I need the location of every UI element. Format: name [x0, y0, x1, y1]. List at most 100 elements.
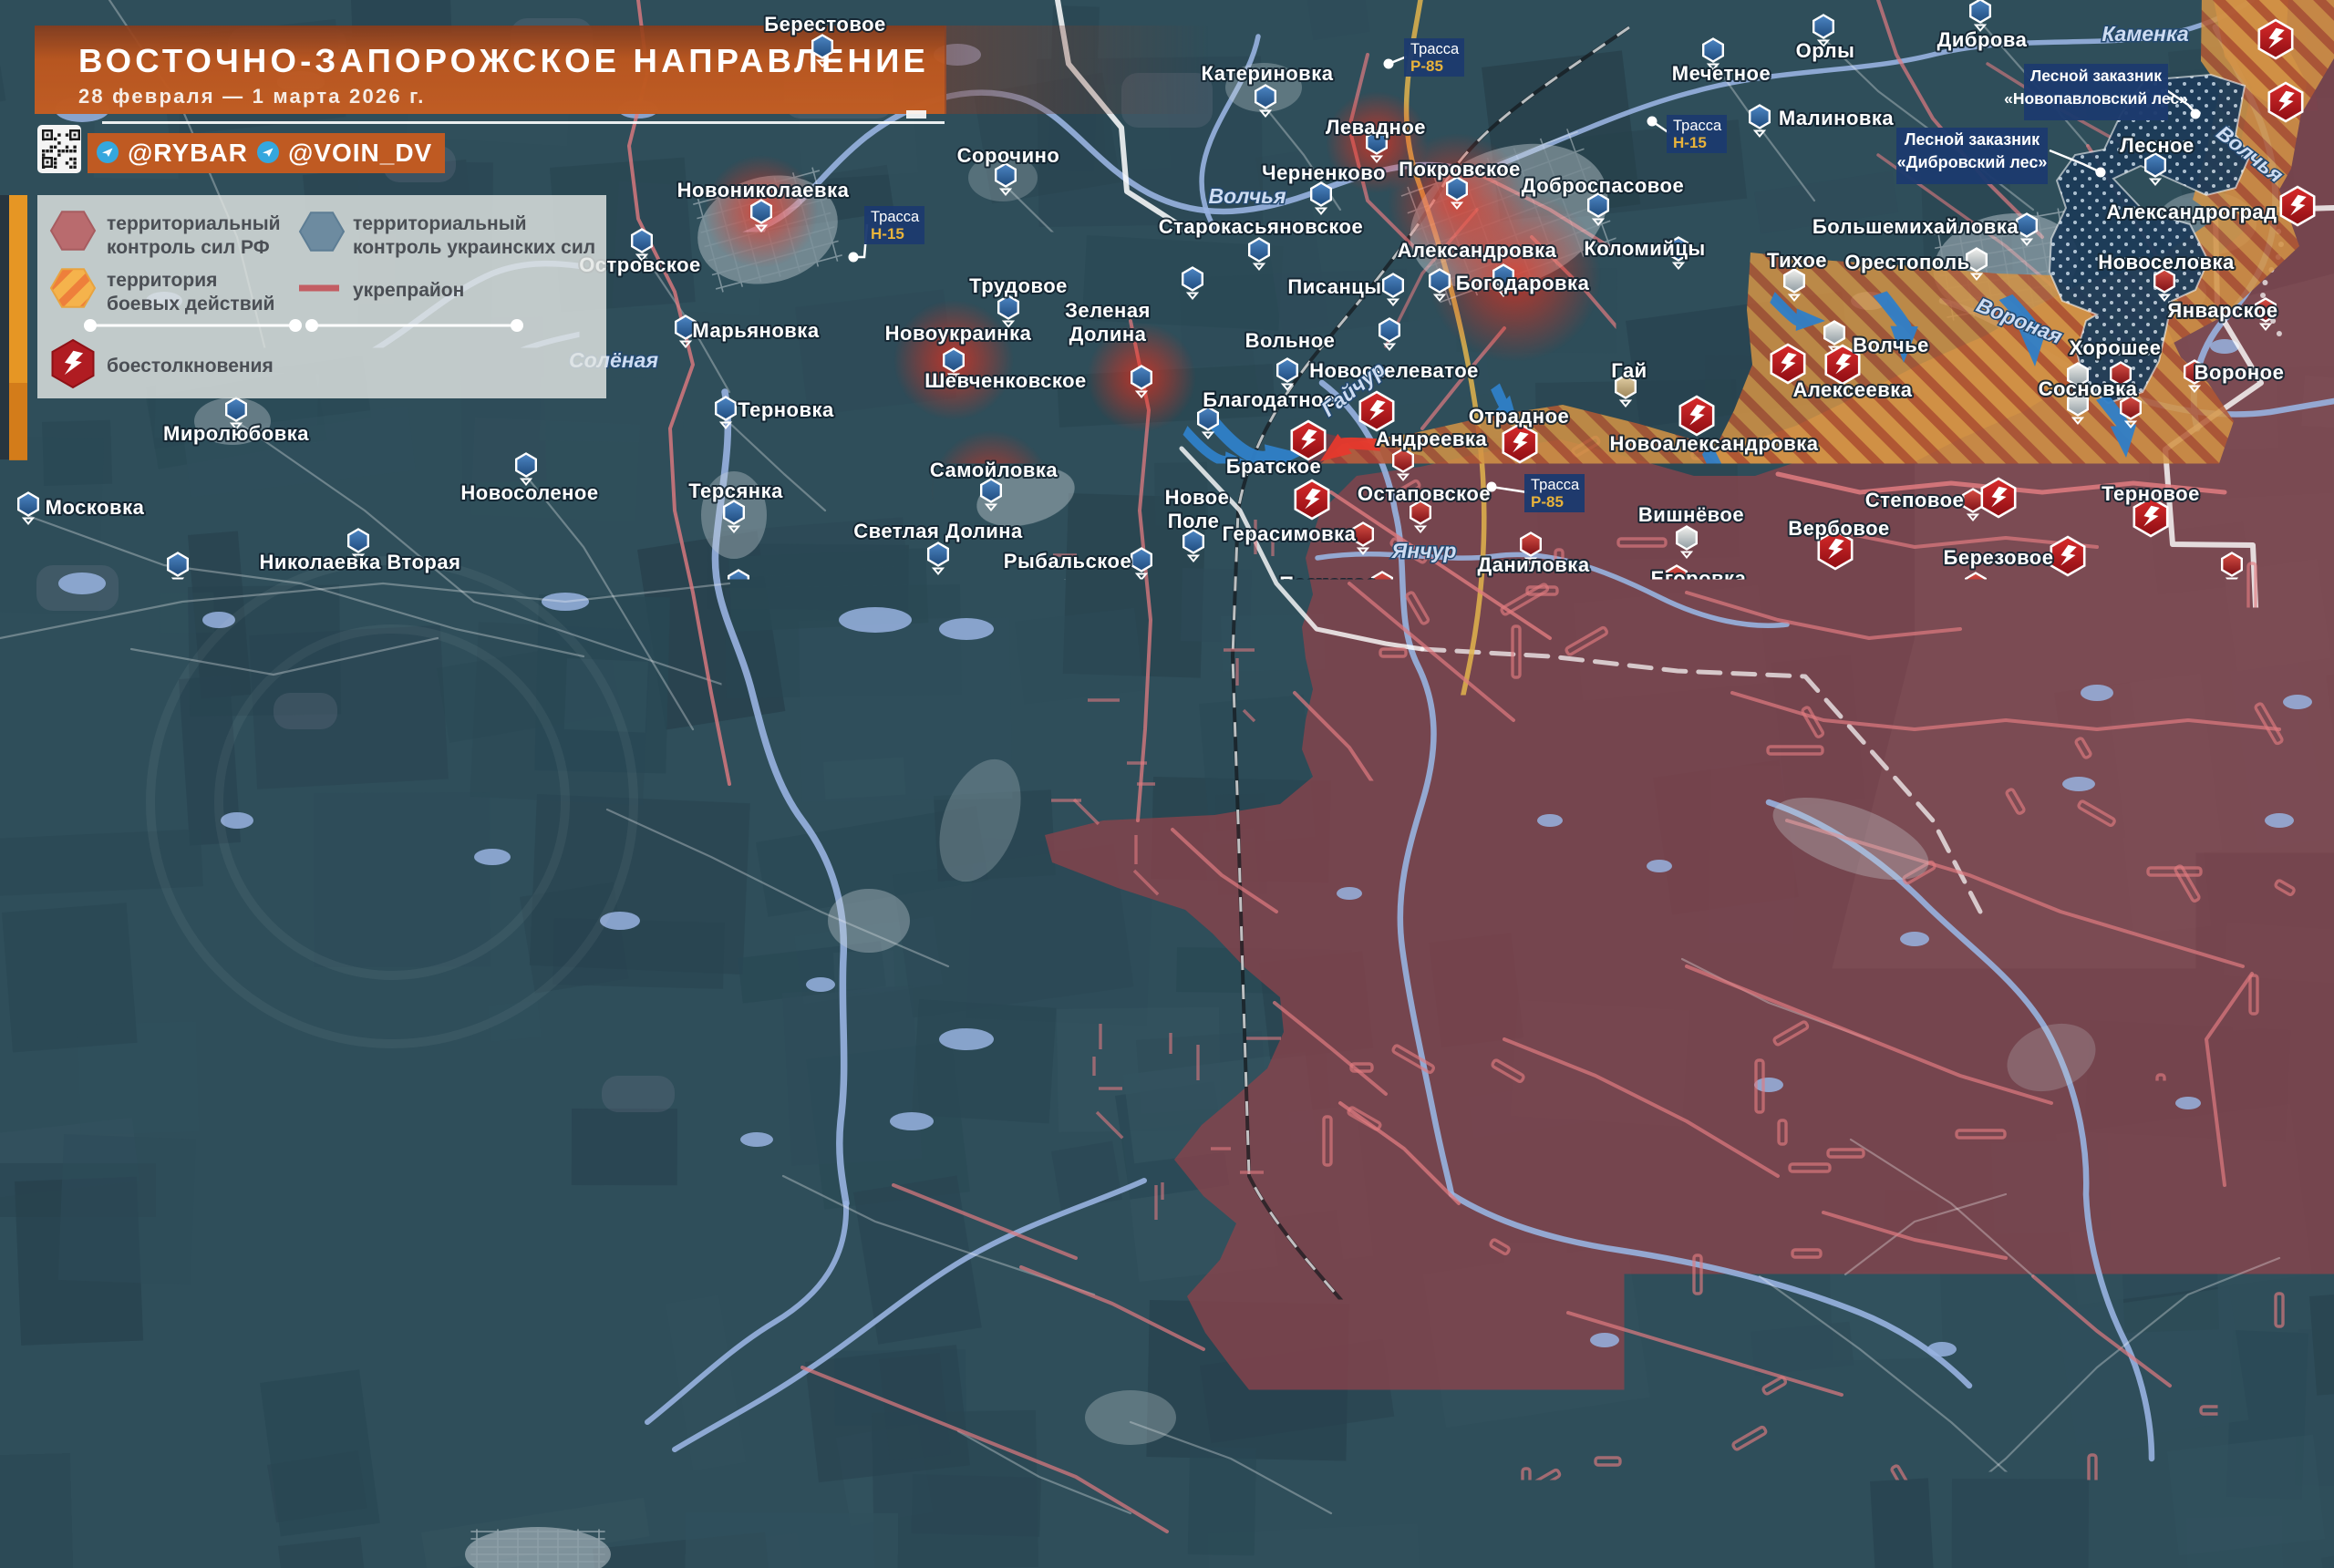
- svg-text:Николаевка Вторая: Николаевка Вторая: [260, 551, 461, 573]
- svg-text:Привольье: Привольье: [1647, 590, 1762, 613]
- svg-text:Трасса: Трасса: [1580, 1326, 1629, 1343]
- svg-text:Песчаное: Песчаное: [1279, 573, 1377, 595]
- svg-text:Никольское: Никольское: [692, 965, 814, 987]
- svg-text:ВОСТОЧНО-ЗАПОРОЖСКОЕ НАПРАВЛЕН: ВОСТОЧНО-ЗАПОРОЖСКОЕ НАПРАВЛЕНИЕ: [78, 42, 929, 79]
- svg-text:Тихое: Тихое: [1767, 249, 1827, 272]
- svg-text:Новое: Новое: [1450, 698, 1514, 721]
- svg-text:Терса: Терса: [60, 1287, 118, 1310]
- svg-text:47.873369, 36.510310: 47.873369, 36.510310: [87, 673, 296, 694]
- svg-text:Верхняя: Верхняя: [1134, 1088, 1222, 1110]
- svg-text:Решетиловское: Решетиловское: [1564, 1486, 1724, 1509]
- svg-text:Яблоково: Яблоково: [1633, 1035, 1734, 1057]
- svg-text:Новоселовка: Новоселовка: [2098, 251, 2235, 273]
- svg-text:Розовка: Розовка: [959, 634, 1043, 657]
- svg-text:укрепрайон: укрепрайон: [353, 280, 464, 301]
- svg-text:Малиновка: Малиновка: [1893, 1184, 2009, 1207]
- svg-text:Гай: Гай: [1611, 359, 1647, 382]
- svg-text:Прилуки: Прилуки: [1380, 931, 1469, 954]
- svg-text:Березовое: Березовое: [1944, 546, 2054, 569]
- svg-text:Высокое: Высокое: [1801, 1273, 1892, 1295]
- svg-text:Александроград: Александроград: [2106, 201, 2277, 223]
- svg-text:ОБЛАСТЬ: ОБЛАСТЬ: [1475, 1089, 1625, 1119]
- svg-text:Железнодорожное: Железнодорожное: [1336, 1274, 1529, 1296]
- svg-text:Терноватое: Терноватое: [1201, 657, 1320, 680]
- svg-text:Поле: Поле: [1168, 510, 1220, 532]
- svg-text:Христофоровка: Христофоровка: [1087, 579, 1252, 602]
- svg-text:1: 1: [207, 1231, 219, 1255]
- svg-text:Верхняя: Верхняя: [129, 1046, 216, 1068]
- svg-text:Красногорское: Красногорское: [1662, 707, 1816, 729]
- svg-text:Благодатное: Благодатное: [1203, 388, 1335, 411]
- svg-text:Рождественское: Рождественское: [1000, 820, 1170, 842]
- svg-text:Сосновка: Сосновка: [2039, 377, 2138, 400]
- svg-text:ГУЛЯЙПОЛЕ: ГУЛЯЙПОЛЕ: [1439, 1224, 1618, 1255]
- svg-text:Терса: Терса: [1148, 1110, 1208, 1133]
- svg-text:Трудовое: Трудовое: [969, 274, 1068, 297]
- svg-text:Старокасьяновское: Старокасьяновское: [1159, 215, 1363, 238]
- svg-text:Терса: Терса: [735, 678, 795, 702]
- svg-text:Долина: Долина: [1069, 323, 1147, 346]
- svg-text:Янчур: Янчур: [1945, 887, 2010, 911]
- svg-text:Зеленое: Зеленое: [616, 1070, 702, 1093]
- svg-text:боевых действий: боевых действий: [107, 294, 274, 315]
- svg-text:территориальный: территориальный: [353, 213, 527, 234]
- svg-text:Косовцево: Косовцево: [1224, 766, 1336, 789]
- svg-text:Егоровка: Егоровка: [1651, 567, 1747, 590]
- svg-text:Зарница: Зарница: [923, 745, 1010, 768]
- svg-text:ЗАПОРОЖСКАЯ: ЗАПОРОЖСКАЯ: [1430, 1058, 1671, 1088]
- svg-text:@VOIN_DV: @VOIN_DV: [288, 139, 432, 167]
- svg-text:1: 1: [1150, 1182, 1162, 1207]
- svg-text:Верхняя: Верхняя: [717, 655, 805, 679]
- svg-text:Орестополь: Орестополь: [1844, 251, 1969, 273]
- svg-text:Самойловка: Самойловка: [930, 459, 1058, 481]
- svg-text:Староукраинка: Староукраинка: [447, 1262, 603, 1284]
- svg-text:x2: x2: [1173, 1244, 1191, 1262]
- svg-text:Еленоконстантиновка: Еленоконстантиновка: [1398, 1026, 1627, 1048]
- svg-text:Боец ВС РФ с флагом России в Г: Боец ВС РФ с флагом России в Горьком: [46, 961, 430, 982]
- svg-text:Воздвижевка: Воздвижевка: [1114, 969, 1252, 992]
- svg-text:Копани: Копани: [1041, 1158, 1116, 1181]
- svg-text:Братское: Братское: [1226, 455, 1322, 478]
- svg-text:Верхняя: Верхняя: [46, 1265, 130, 1288]
- svg-text:Доброспасовое: Доброспасовое: [1522, 174, 1684, 197]
- svg-text:Заливное: Заливное: [686, 594, 786, 617]
- svg-text:Запорожье: Запорожье: [1425, 721, 1539, 744]
- svg-text:Радостное: Радостное: [1431, 657, 1541, 680]
- svg-text:Катериновка: Катериновка: [1202, 62, 1334, 85]
- svg-text:Шевченковское: Шевченковское: [924, 369, 1087, 392]
- svg-text:ОБЛАСТЬ: ОБЛАСТЬ: [103, 1462, 241, 1491]
- svg-text:Отрадное: Отрадное: [1469, 405, 1570, 428]
- svg-text:Мечетное: Мечетное: [1672, 62, 1771, 85]
- svg-text:Сергеевка: Сергеевка: [510, 614, 616, 637]
- svg-text:Черненково: Черненково: [1262, 161, 1386, 184]
- svg-text:Новоивановка: Новоивановка: [1978, 796, 2128, 819]
- svg-text:Гуляйпольское: Гуляйпольское: [1127, 1396, 1285, 1418]
- svg-text:Трасса: Трасса: [1673, 118, 1722, 134]
- svg-text:Новогригоровка: Новогригоровка: [1856, 714, 2025, 737]
- svg-text:Цветковое: Цветковое: [1269, 1130, 1379, 1153]
- svg-text:Придорожное: Придорожное: [1019, 744, 1162, 767]
- svg-text:Волчье: Волчье: [1853, 334, 1929, 356]
- svg-text:Вишнёвое: Вишнёвое: [1638, 503, 1744, 526]
- svg-text:Марьяновка: Марьяновка: [692, 319, 819, 342]
- svg-text:28 февраля — 1 марта 2026 г.: 28 февраля — 1 марта 2026 г.: [78, 85, 426, 108]
- svg-text:Трасса: Трасса: [1410, 41, 1460, 57]
- svg-text:Лесной заказник: Лесной заказник: [1905, 130, 2040, 149]
- svg-text:Новое: Новое: [1165, 486, 1230, 509]
- svg-text:Успеновка: Успеновка: [1895, 853, 2002, 876]
- svg-text:Новоукраинка: Новоукраинка: [885, 322, 1032, 345]
- svg-text:Листовка: Листовка: [407, 594, 503, 617]
- svg-text:Райское: Райское: [137, 581, 221, 603]
- svg-text:Святопетровка: Святопетровка: [460, 1067, 616, 1089]
- svg-text:Фёдоровка: Фёдоровка: [1861, 1530, 1977, 1553]
- svg-text:Марфополь: Марфополь: [1709, 1351, 1833, 1374]
- svg-text:Богодаровка: Богодаровка: [1456, 272, 1590, 294]
- svg-text:Левадное: Левадное: [1326, 116, 1426, 139]
- svg-text:Ольговское: Ольговское: [2018, 985, 2139, 1007]
- svg-text:Степановка: Степановка: [1797, 1411, 1918, 1434]
- svg-text:Горькое: Горькое: [235, 1275, 319, 1298]
- svg-text:территория: территория: [107, 270, 217, 291]
- svg-text:Цветковое: Цветковое: [268, 1049, 377, 1072]
- svg-text:Каменка: Каменка: [2102, 22, 2189, 46]
- svg-text:Диброва: Диброва: [829, 618, 919, 641]
